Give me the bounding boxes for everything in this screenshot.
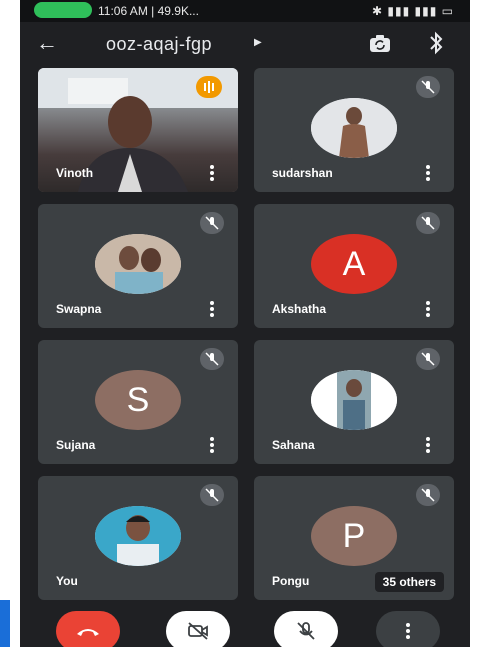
more-vert-icon[interactable] [204,164,220,182]
participant-tile-vinoth[interactable]: Vinoth [38,68,238,192]
others-count-badge[interactable]: 35 others [374,572,444,592]
more-vert-icon[interactable] [204,436,220,454]
avatar: P [311,506,397,566]
mic-off-icon [416,76,440,98]
participant-tile-pongu[interactable]: P Pongu 35 others [254,476,454,600]
avatar [311,370,397,430]
mic-off-icon [200,212,224,234]
phone-hangup-icon [77,629,99,636]
mic-off-icon [416,348,440,370]
avatar: S [95,370,181,430]
screen-edge [0,600,10,647]
participant-tile-akshatha[interactable]: A Akshatha [254,204,454,328]
participant-tile-sahana[interactable]: Sahana [254,340,454,464]
participant-name: sudarshan [272,166,333,180]
participant-name: You [56,574,78,588]
avatar-initial: S [126,380,150,419]
mic-off-icon [416,212,440,234]
participant-name: Akshatha [272,302,327,316]
participant-tile-sudarshan[interactable]: sudarshan [254,68,454,192]
participant-grid: Vinoth sudarshan Swapna A Akshatha S Suj… [20,0,470,600]
hangup-button[interactable] [56,611,120,647]
mic-off-icon [200,484,224,506]
speaking-indicator-icon [196,76,222,98]
mic-off-icon [200,348,224,370]
more-vert-icon [406,621,410,641]
camera-toggle-button[interactable] [166,611,230,647]
participant-name: Vinoth [56,166,94,180]
participant-tile-you[interactable]: You [38,476,238,600]
more-vert-icon[interactable] [420,164,436,182]
more-vert-icon[interactable] [420,300,436,318]
more-vert-icon[interactable] [204,300,220,318]
mic-off-icon [297,622,315,640]
more-options-button[interactable] [376,611,440,647]
avatar-initial: A [342,244,366,283]
avatar: A [311,234,397,294]
participant-name: Sujana [56,438,96,452]
more-vert-icon[interactable] [420,436,436,454]
participant-tile-swapna[interactable]: Swapna [38,204,238,328]
avatar-initial: P [342,516,366,555]
mic-toggle-button[interactable] [274,611,338,647]
participant-tile-sujana[interactable]: S Sujana [38,340,238,464]
call-controls [20,605,470,647]
avatar [95,506,181,566]
participant-name: Swapna [56,302,102,316]
camera-off-icon [188,622,208,640]
meet-screen: 11:06 AM | 49.9K... ✱ ▮▮▮ ▮▮▮ ▭ ← ooz-aq… [20,0,470,647]
avatar [95,234,181,294]
participant-name: Sahana [272,438,315,452]
avatar [311,98,397,158]
participant-name: Pongu [272,574,310,588]
mic-off-icon [416,484,440,506]
